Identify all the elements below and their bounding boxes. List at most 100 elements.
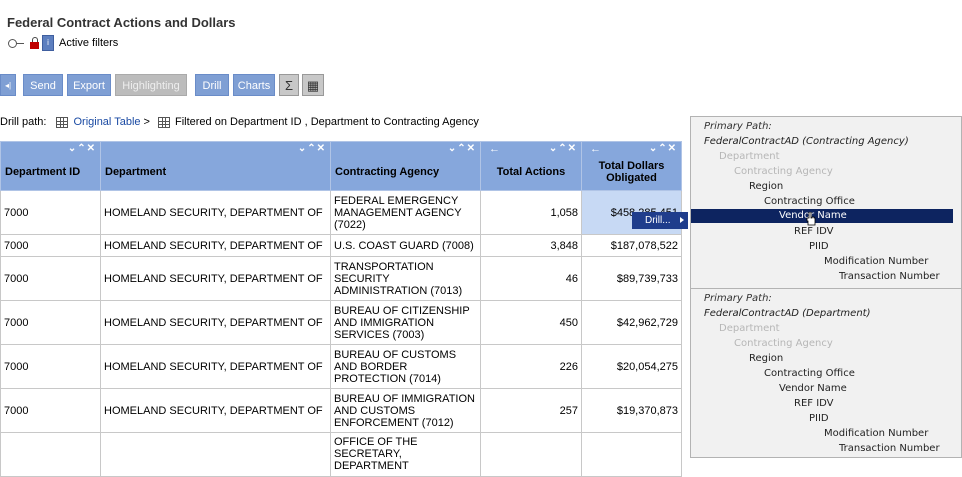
- move-left-icon[interactable]: ←: [590, 143, 601, 155]
- path-name: FederalContractAD (Department): [704, 308, 871, 319]
- cell-department-id[interactable]: 7000: [0, 300, 101, 345]
- cell-contracting-agency[interactable]: TRANSPORTATION SECURITY ADMINISTRATION (…: [330, 256, 481, 301]
- cell-department-id[interactable]: 7000: [0, 388, 101, 433]
- drill-level[interactable]: PIID: [809, 413, 829, 424]
- col-header-total-actions[interactable]: ← ⌄⌃✕ Total Actions: [480, 141, 582, 191]
- cell-department[interactable]: HOMELAND SECURITY, DEPARTMENT OF: [100, 388, 331, 433]
- drill-level[interactable]: REF IDV: [794, 398, 834, 409]
- drill-level[interactable]: Modification Number: [824, 428, 928, 439]
- send-button[interactable]: Send: [23, 74, 63, 96]
- drill-level[interactable]: Transaction Number: [839, 443, 940, 454]
- collapse-icon[interactable]: ◂|: [0, 74, 16, 96]
- section-title: Primary Path:: [704, 293, 772, 304]
- cell-department-id[interactable]: 7000: [0, 344, 101, 389]
- key-icon[interactable]: [8, 38, 24, 48]
- cell-total-actions[interactable]: 450: [480, 300, 582, 345]
- table-icon[interactable]: ▦: [302, 74, 324, 96]
- drill-level: Contracting Agency: [734, 166, 833, 177]
- cell-total-actions[interactable]: 257: [480, 388, 582, 433]
- table-row: 7000 HOMELAND SECURITY, DEPARTMENT OF BU…: [0, 300, 682, 345]
- drill-level: Department: [719, 323, 780, 334]
- path-name: FederalContractAD (Contracting Agency): [704, 136, 909, 147]
- cell-total-dollars[interactable]: $89,739,733: [581, 256, 682, 301]
- drill-button[interactable]: Drill: [195, 74, 229, 96]
- cell-contracting-agency[interactable]: OFFICE OF THE SECRETARY, DEPARTMENT: [330, 432, 481, 477]
- cell-total-actions[interactable]: 226: [480, 344, 582, 389]
- column-sort-controls[interactable]: ⌄⌃✕: [68, 143, 96, 154]
- cell-contracting-agency[interactable]: BUREAU OF IMMIGRATION AND CUSTOMS ENFORC…: [330, 388, 481, 433]
- column-sort-controls[interactable]: ⌄⌃✕: [298, 143, 326, 154]
- filters-row: i Active filters: [8, 34, 118, 52]
- col-header-department-id[interactable]: ⌄⌃✕ Department ID: [0, 141, 101, 191]
- divider: [691, 288, 961, 289]
- cell-department-id[interactable]: 7000: [0, 190, 101, 235]
- drill-path-panel: Primary Path: FederalContractAD (Contrac…: [690, 116, 962, 458]
- results-table: ⌄⌃✕ Department ID ⌄⌃✕ Department ⌄⌃✕ Con…: [0, 141, 682, 477]
- cell-department[interactable]: HOMELAND SECURITY, DEPARTMENT OF: [100, 344, 331, 389]
- col-header-total-dollars[interactable]: ← ⌄⌃✕ Total Dollars Obligated: [581, 141, 682, 191]
- table-row: 7000 HOMELAND SECURITY, DEPARTMENT OF FE…: [0, 190, 682, 235]
- cell-total-dollars[interactable]: $42,962,729: [581, 300, 682, 345]
- table-row: 7000 HOMELAND SECURITY, DEPARTMENT OF U.…: [0, 234, 682, 257]
- cell-total-dollars[interactable]: $20,054,275: [581, 344, 682, 389]
- column-sort-controls[interactable]: ⌄⌃✕: [549, 143, 577, 154]
- drill-level[interactable]: PIID: [809, 241, 829, 252]
- sigma-icon[interactable]: Σ: [279, 74, 299, 96]
- drill-level[interactable]: Contracting Office: [764, 196, 855, 207]
- drill-level[interactable]: Region: [749, 181, 783, 192]
- table-row: 7000 HOMELAND SECURITY, DEPARTMENT OF TR…: [0, 256, 682, 301]
- table-grid-icon: [56, 116, 69, 128]
- highlighted-drill-level[interactable]: Vendor Name: [691, 209, 953, 223]
- highlighting-button[interactable]: Highlighting: [115, 74, 187, 96]
- info-icon[interactable]: i: [42, 35, 54, 51]
- page-title: Federal Contract Actions and Dollars: [7, 15, 236, 30]
- cell-department[interactable]: HOMELAND SECURITY, DEPARTMENT OF: [100, 256, 331, 301]
- drill-level: Department: [719, 151, 780, 162]
- table-row: 7000 HOMELAND SECURITY, DEPARTMENT OF BU…: [0, 344, 682, 389]
- lock-icon[interactable]: [30, 37, 39, 49]
- drill-level[interactable]: Modification Number: [824, 256, 928, 267]
- move-left-icon[interactable]: ←: [489, 143, 500, 155]
- drill-level[interactable]: REF IDV: [794, 226, 834, 237]
- drill-level: Contracting Agency: [734, 338, 833, 349]
- cell-total-dollars[interactable]: $187,078,522: [581, 234, 682, 257]
- cell-contracting-agency[interactable]: BUREAU OF CUSTOMS AND BORDER PROTECTION …: [330, 344, 481, 389]
- cell-contracting-agency[interactable]: U.S. COAST GUARD (7008): [330, 234, 481, 257]
- table-row: OFFICE OF THE SECRETARY, DEPARTMENT: [0, 432, 682, 477]
- cell-total-actions[interactable]: 46: [480, 256, 582, 301]
- hand-cursor-icon: [806, 212, 816, 226]
- cell-total-actions[interactable]: 3,848: [480, 234, 582, 257]
- cell-total-dollars[interactable]: $19,370,873: [581, 388, 682, 433]
- cell-total-actions[interactable]: [480, 432, 582, 477]
- cell-department[interactable]: HOMELAND SECURITY, DEPARTMENT OF: [100, 300, 331, 345]
- drill-context-menu-item[interactable]: Drill...: [632, 212, 688, 229]
- drill-level[interactable]: Region: [749, 353, 783, 364]
- column-sort-controls[interactable]: ⌄⌃✕: [649, 143, 677, 154]
- charts-button[interactable]: Charts: [233, 74, 275, 96]
- original-table-link[interactable]: Original Table: [73, 116, 140, 128]
- drill-path-separator: >: [143, 116, 150, 128]
- cell-department-id[interactable]: 7000: [0, 256, 101, 301]
- cell-department[interactable]: HOMELAND SECURITY, DEPARTMENT OF: [100, 234, 331, 257]
- drill-level[interactable]: Contracting Office: [764, 368, 855, 379]
- cell-department[interactable]: [100, 432, 331, 477]
- cell-department[interactable]: HOMELAND SECURITY, DEPARTMENT OF: [100, 190, 331, 235]
- table-row: 7000 HOMELAND SECURITY, DEPARTMENT OF BU…: [0, 388, 682, 433]
- cell-department-id[interactable]: 7000: [0, 234, 101, 257]
- drill-level[interactable]: Transaction Number: [839, 271, 940, 282]
- cell-contracting-agency[interactable]: BUREAU OF CITIZENSHIP AND IMMIGRATION SE…: [330, 300, 481, 345]
- column-sort-controls[interactable]: ⌄⌃✕: [448, 143, 476, 154]
- col-header-department[interactable]: ⌄⌃✕ Department: [100, 141, 331, 191]
- cell-total-actions[interactable]: 1,058: [480, 190, 582, 235]
- active-filters-label[interactable]: Active filters: [59, 37, 118, 49]
- cell-contracting-agency[interactable]: FEDERAL EMERGENCY MANAGEMENT AGENCY (702…: [330, 190, 481, 235]
- export-button[interactable]: Export: [67, 74, 111, 96]
- drill-level[interactable]: Vendor Name: [779, 383, 847, 394]
- table-grid-icon: [157, 116, 170, 128]
- col-header-contracting-agency[interactable]: ⌄⌃✕ Contracting Agency: [330, 141, 481, 191]
- filtered-label: Filtered on Department ID , Department t…: [174, 116, 479, 128]
- cell-total-dollars[interactable]: [581, 432, 682, 477]
- cell-department-id[interactable]: [0, 432, 101, 477]
- submenu-arrow-icon: [680, 217, 684, 223]
- section-title: Primary Path:: [704, 121, 772, 132]
